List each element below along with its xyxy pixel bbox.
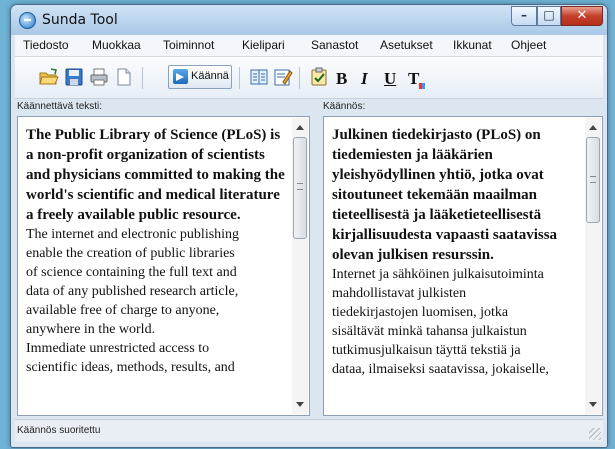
source-text-area[interactable]: The Public Library of Science (PLoS) is … — [17, 116, 310, 416]
menu-toiminnot[interactable]: Toiminnot — [163, 38, 214, 52]
target-line: Internet ja sähköinen julkaisutoiminta — [332, 267, 544, 282]
color-swatch — [419, 83, 426, 89]
app-icon — [19, 12, 36, 29]
menu-muokkaa[interactable]: Muokkaa — [92, 38, 141, 52]
new-document-icon[interactable] — [114, 67, 134, 87]
grip-icon — [297, 183, 303, 190]
toolbar-separator — [239, 67, 240, 89]
menu-ohjeet[interactable]: Ohjeet — [511, 38, 546, 52]
translate-button[interactable]: Käännä — [168, 65, 232, 89]
translation-text-area[interactable]: Julkinen tiedekirjasto (PLoS) on tiedemi… — [323, 116, 603, 416]
toolbar: Käännä B I U T — [15, 57, 603, 99]
translate-button-label: Käännä — [191, 70, 229, 82]
maximize-icon: □ — [543, 8, 555, 22]
target-bold-paragraph: Julkinen tiedekirjasto (PLoS) on tiedemi… — [332, 127, 558, 263]
font-color-label: T — [408, 69, 420, 88]
grip-icon — [590, 176, 596, 183]
menu-tiedosto[interactable]: Tiedosto — [23, 38, 69, 52]
target-line: dataa, ilmaiseksi saatavissa, jokaiselle… — [332, 362, 549, 377]
save-icon[interactable] — [64, 67, 84, 87]
source-line: anywhere in the world. — [26, 322, 156, 337]
source-bold-paragraph: The Public Library of Science (PLoS) is … — [26, 127, 285, 223]
translate-icon — [173, 69, 188, 84]
edit-icon[interactable] — [273, 67, 293, 87]
status-text: Käännös suoritettu — [17, 425, 101, 436]
scroll-down-icon[interactable] — [296, 402, 304, 407]
minimize-button[interactable]: – — [511, 6, 537, 26]
maximize-button[interactable]: □ — [537, 6, 561, 26]
scroll-up-icon[interactable] — [296, 125, 304, 130]
resize-grip-icon[interactable] — [589, 428, 601, 440]
toolbar-separator — [142, 67, 143, 89]
title-bar[interactable]: Sunda Tool – □ ✕ — [11, 5, 607, 35]
source-scroll-thumb[interactable] — [293, 137, 307, 239]
source-line: of science containing the full text and — [26, 265, 237, 280]
open-folder-icon[interactable] — [39, 67, 59, 87]
menu-bar: Tiedosto Muokkaa Toiminnot Kielipari San… — [15, 35, 603, 57]
source-label: Käännettävä teksti: — [17, 101, 103, 112]
source-line: enable the creation of public libraries — [26, 246, 235, 261]
menu-sanastot[interactable]: Sanastot — [311, 38, 358, 52]
target-scroll-thumb[interactable] — [586, 137, 600, 223]
target-line: mahdollistavat julkisten — [332, 286, 467, 301]
target-label: Käännös: — [323, 101, 366, 112]
print-icon[interactable] — [89, 67, 109, 87]
source-line: available free of charge to anyone, — [26, 303, 220, 318]
minimize-icon: – — [521, 8, 527, 22]
close-button[interactable]: ✕ — [561, 6, 603, 26]
scroll-up-icon[interactable] — [589, 125, 597, 130]
source-line: data of any published research article, — [26, 284, 239, 299]
bold-icon[interactable]: B — [336, 69, 347, 89]
status-bar: Käännös suoritettu — [15, 419, 603, 442]
font-color-icon[interactable]: T — [408, 69, 426, 89]
source-line: scientific ideas, methods, results, and — [26, 360, 235, 375]
dictionary-icon[interactable] — [249, 67, 269, 87]
source-line: Immediate unrestricted access to — [26, 341, 210, 356]
menu-kielipari[interactable]: Kielipari — [242, 38, 285, 52]
checklist-icon[interactable] — [309, 67, 329, 87]
menu-asetukset[interactable]: Asetukset — [380, 38, 433, 52]
menu-ikkunat[interactable]: Ikkunat — [453, 38, 492, 52]
italic-icon[interactable]: I — [361, 69, 368, 89]
scroll-down-icon[interactable] — [589, 402, 597, 407]
close-icon: ✕ — [576, 8, 588, 23]
target-line: sisältävät minkä tahansa julkaistun — [332, 324, 527, 339]
source-line: The internet and electronic publishing — [26, 227, 240, 242]
target-line: tiedekirjastojen luomisen, jotka — [332, 305, 509, 320]
toolbar-separator — [299, 67, 300, 89]
app-window: Sunda Tool – □ ✕ Tiedosto Muokkaa Toimin… — [10, 4, 608, 448]
pane-splitter[interactable] — [316, 116, 320, 416]
target-line: tutkimusjulkaisun täyttä tekstiä ja — [332, 343, 521, 358]
underline-icon[interactable]: U — [384, 69, 396, 89]
window-title: Sunda Tool — [42, 12, 118, 28]
